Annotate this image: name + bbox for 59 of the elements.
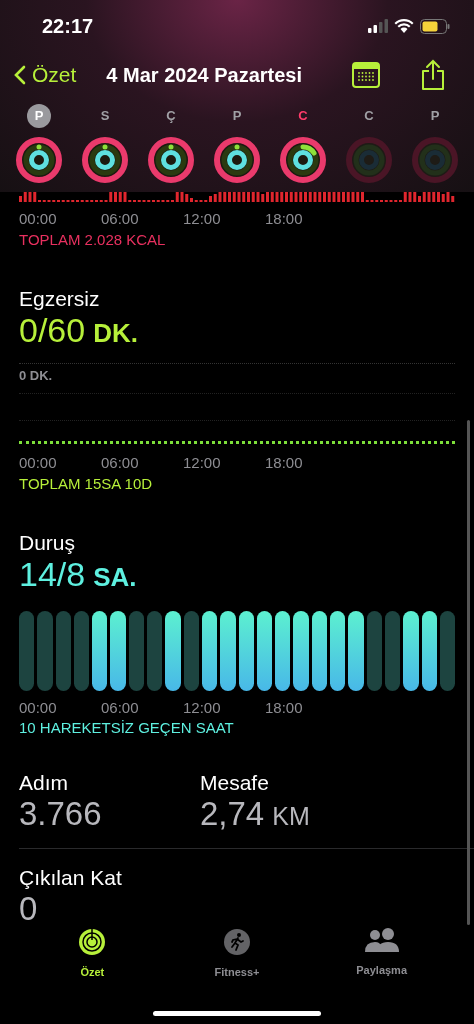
day-button[interactable]: C [357,104,381,128]
calorie-total: TOPLAM 2.028 KCAL [19,230,166,249]
day-button[interactable]: P [423,104,447,128]
calendar-button[interactable] [352,62,380,88]
runner-icon [223,927,251,956]
time-label: 00:00 [19,209,57,229]
exercise-value: 0/60 [19,310,86,349]
calendar-icon [352,62,380,88]
battery-icon [420,18,450,34]
axis-label: 0 DK. [19,366,53,385]
exercise-unit: DK. [93,316,138,350]
time-label: 06:00 [101,209,139,229]
activity-rings-icon [279,136,327,184]
section-title: Egzersiz [19,286,100,311]
stat-unit: KM [272,801,310,832]
back-button[interactable]: Özet [14,59,77,91]
clock: 22:17 [42,14,94,39]
people-icon [363,927,400,954]
time-label: 12:00 [183,697,221,718]
day-button[interactable]: S [93,104,117,128]
tab-button[interactable]: Özet [37,927,148,980]
stat-value: 3.766 [19,795,102,833]
stat-value: 2,74 [200,795,265,833]
share-button[interactable] [420,59,446,91]
stand-value: 14/8 [19,554,86,593]
activity-rings-icon [81,136,129,184]
wifi-icon [394,19,414,33]
section-title: Duruş [19,530,76,555]
tab-button[interactable]: Paylaşma [326,927,437,980]
day-button[interactable]: C [291,104,315,128]
time-label: 06:00 [101,697,139,718]
chevron-left-icon [14,65,26,85]
time-label: 00:00 [19,697,57,718]
stat-label: Adım [19,771,68,795]
stat-value: 0 [19,889,38,928]
rings-icon [78,927,107,956]
time-label: 18:00 [265,453,303,473]
share-icon [420,59,446,91]
exercise-total: TOPLAM 15SA 10D [19,474,153,493]
time-label: 18:00 [265,697,303,718]
activity-rings-icon [411,136,459,184]
day-button[interactable]: P [225,104,249,128]
activity-rings-icon [213,136,261,184]
time-label: 06:00 [101,453,139,473]
stand-unit: SA. [93,560,137,594]
page-title: 4 Mar 2024 Pazartesi [106,63,303,88]
time-label: 18:00 [265,209,303,229]
activity-rings-icon [15,136,63,184]
idle-hours: 10 HAREKETSİZ GEÇEN SAAT [19,719,234,737]
signal-icon [368,19,388,33]
time-label: 12:00 [183,209,221,229]
time-label: 12:00 [183,453,221,473]
stat-label: Çıkılan Kat [19,865,122,890]
day-button[interactable]: Ç [159,104,183,128]
tab-button[interactable]: Fitness+ [182,927,292,980]
activity-rings-icon [147,136,195,184]
activity-rings-icon [345,136,393,184]
stat-label: Mesafe [200,771,269,795]
time-label: 00:00 [19,453,57,473]
